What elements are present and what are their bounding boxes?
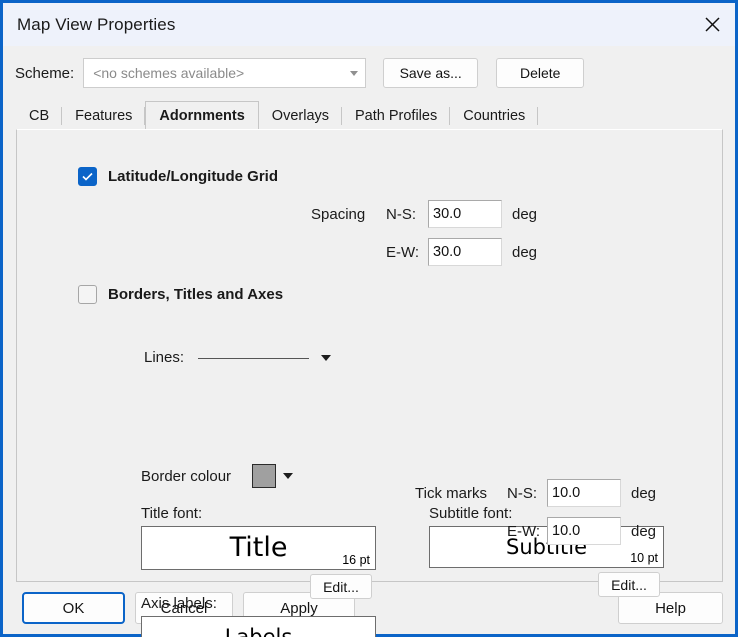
chevron-down-icon [321, 355, 331, 361]
border-colour-label: Border colour [141, 468, 232, 485]
spacing-ew-unit: deg [512, 243, 538, 261]
spacing-ew-label: E-W: [386, 243, 420, 261]
subtitle-font-size: 10 pt [630, 551, 658, 565]
subtitle-font-edit-button[interactable]: Edit... [598, 572, 660, 597]
tab-label: Overlays [271, 107, 330, 124]
title-font-size: 16 pt [342, 553, 370, 567]
line-style-preview [198, 357, 309, 359]
tick-marks-label: Tick marks [415, 484, 487, 502]
spacing-ew-row: E-W: deg [311, 238, 537, 266]
tick-marks-ns-label: N-S: [507, 484, 537, 502]
tab-countries[interactable]: Countries [450, 102, 539, 129]
scheme-label: Scheme: [15, 64, 75, 82]
tab-adornments[interactable]: Adornments [145, 101, 259, 129]
tab-path-profiles[interactable]: Path Profiles [342, 102, 451, 129]
lines-label: Lines: [144, 349, 185, 366]
spacing-ns-label: N-S: [386, 205, 416, 223]
axis-labels-font-preview[interactable]: Labels 10 pt [141, 616, 376, 637]
axis-labels-font-sample: Labels [224, 625, 293, 637]
axis-labels-caption: Axis labels: [141, 595, 217, 612]
tab-label: Path Profiles [355, 107, 438, 124]
tick-marks-ns-row: Tick marks N-S: deg [415, 479, 656, 507]
line-style-select[interactable] [198, 346, 331, 370]
tab-overlays[interactable]: Overlays [259, 102, 343, 129]
scheme-row: Scheme: <no schemes available> Save as..… [3, 46, 735, 100]
dialog-titlebar: Map View Properties [3, 0, 735, 46]
delete-button[interactable]: Delete [496, 58, 585, 88]
chevron-down-icon [350, 70, 359, 76]
ok-button[interactable]: OK [22, 592, 125, 624]
spacing-ns-unit: deg [512, 205, 538, 223]
close-icon[interactable] [689, 3, 735, 46]
chevron-down-icon[interactable] [283, 473, 293, 479]
border-colour-swatch[interactable] [252, 464, 276, 488]
tick-marks-ns-unit: deg [631, 484, 657, 502]
title-font-sample: Title [229, 532, 288, 563]
title-font-caption: Title font: [141, 505, 203, 522]
tick-marks-ew-row: E-W: deg [415, 517, 656, 545]
borders-titles-axes-group-header: Borders, Titles and Axes [78, 285, 283, 304]
tab-cb[interactable]: CB [16, 102, 63, 129]
borders-titles-axes-checkbox[interactable] [78, 285, 97, 304]
tab-bar: CB Features Adornments Overlays Path Pro… [3, 100, 735, 129]
tab-label: Countries [463, 107, 526, 124]
tick-marks-ew-label: E-W: [507, 522, 541, 540]
title-font-edit-button[interactable]: Edit... [310, 574, 372, 599]
tab-label: Adornments [159, 107, 245, 124]
tick-marks-ew-unit: deg [631, 522, 657, 540]
spacing-ns-row: Spacing N-S: deg [311, 200, 537, 228]
tick-marks-ns-input[interactable] [547, 479, 621, 507]
lat-lon-grid-checkbox[interactable] [78, 167, 97, 186]
tick-marks-ew-input[interactable] [547, 517, 621, 545]
borders-titles-axes-title: Borders, Titles and Axes [108, 286, 284, 303]
tab-features[interactable]: Features [62, 102, 146, 129]
map-view-properties-dialog: Map View Properties Scheme: <no schemes … [0, 0, 738, 637]
spacing-ns-input[interactable] [428, 200, 502, 228]
scheme-select[interactable]: <no schemes available> [83, 58, 367, 88]
save-as-button[interactable]: Save as... [383, 58, 479, 88]
spacing-ew-input[interactable] [428, 238, 502, 266]
scheme-selected-value: <no schemes available> [93, 65, 245, 81]
lat-lon-grid-title: Latitude/Longitude Grid [108, 168, 278, 185]
tab-label: Features [75, 107, 133, 124]
tab-label: CB [29, 107, 50, 124]
spacing-label: Spacing [311, 205, 366, 223]
lat-lon-grid-group-header: Latitude/Longitude Grid [78, 167, 278, 186]
tab-separator [537, 107, 539, 125]
title-font-preview[interactable]: Title 16 pt [141, 526, 376, 570]
dialog-title: Map View Properties [17, 14, 176, 34]
adornments-panel: Latitude/Longitude Grid Lines: Spacing N… [16, 129, 723, 637]
